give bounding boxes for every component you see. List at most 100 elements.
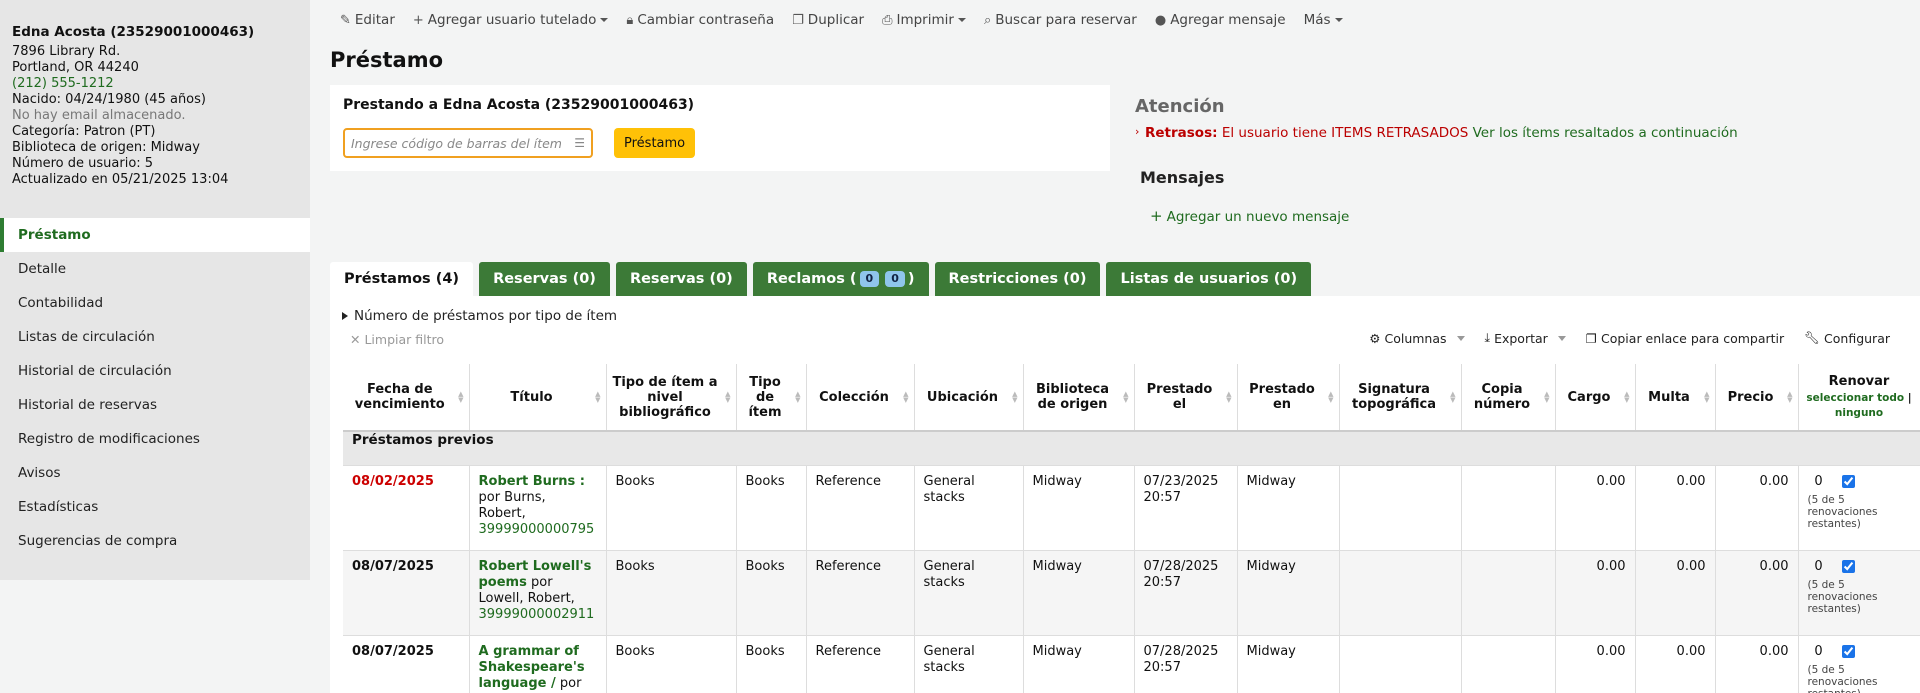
col-charge[interactable]: Cargo ▲ ▼ [1555, 364, 1636, 432]
collection: Reference [806, 465, 915, 551]
sliders-icon[interactable]: ☰ [574, 136, 585, 150]
patron-phone[interactable]: (212) 555-1212 [12, 76, 298, 92]
search-to-hold-button[interactable]: ⌕ Buscar para reservar [984, 12, 1137, 28]
change-password-button[interactable]: 🔒︎ Cambiar contraseña [626, 12, 774, 28]
add-guarantee-button[interactable]: + Agregar usuario tutelado [413, 12, 609, 28]
tab-holds-2[interactable]: Reservas (0) [615, 262, 747, 296]
patron-name: Edna Acosta (23529001000463) [12, 24, 255, 40]
fine: 0.00 [1635, 465, 1716, 551]
col-checked-out-on[interactable]: Prestado el ▲ ▼ [1134, 364, 1238, 432]
call-number [1339, 550, 1462, 636]
attention-heading: Atención [1135, 96, 1225, 117]
table-row: 08/02/2025 Robert Burns : por Burns, Rob… [343, 465, 1920, 551]
col-fine[interactable]: Multa ▲ ▼ [1635, 364, 1716, 432]
print-button[interactable]: ⎙ Imprimir [882, 12, 966, 28]
add-new-message-link[interactable]: + Agregar un nuevo mensaje [1150, 207, 1349, 225]
select-all-renew-link[interactable]: seleccionar todo [1806, 392, 1904, 404]
tab-patron-lists[interactable]: Listas de usuarios (0) [1106, 262, 1312, 296]
col-collection[interactable]: Colección ▲ ▼ [806, 364, 915, 432]
charge: 0.00 [1555, 635, 1636, 693]
renew-checkbox[interactable] [1841, 560, 1855, 573]
sidebar-item-modification-log[interactable]: Registro de modificaciones [0, 422, 310, 456]
sort-icon: ▲ ▼ [1704, 390, 1710, 404]
sort-icon: ▲ ▼ [1544, 390, 1550, 404]
item-type: Books [736, 465, 807, 551]
sidebar-item-details[interactable]: Detalle [0, 252, 310, 286]
export-button[interactable]: ⤓ Exportar [1485, 330, 1566, 346]
patron-info: Edna Acosta (23529001000463) 7896 Librar… [0, 0, 310, 218]
more-button[interactable]: Más [1304, 12, 1343, 28]
col-location[interactable]: Ubicación ▲ ▼ [914, 364, 1024, 432]
lock-icon: 🔒︎ [626, 12, 634, 28]
barcode-input[interactable] [351, 135, 561, 151]
col-copy-number[interactable]: Copia número ▲ ▼ [1461, 364, 1556, 432]
sidebar-item-routing-lists[interactable]: Listas de circulación [0, 320, 310, 354]
select-none-renew-link[interactable]: ninguno [1835, 407, 1883, 419]
tab-holds[interactable]: Reservas (0) [479, 262, 610, 296]
sidebar-item-checkout[interactable]: Préstamo [0, 218, 310, 252]
add-message-button[interactable]: ● Agregar mensaje [1155, 12, 1286, 28]
clear-filter-button[interactable]: ✕ Limpiar filtro [350, 332, 444, 347]
duplicate-button[interactable]: ❐ Duplicar [792, 12, 864, 28]
messages-heading: Mensajes [1140, 168, 1225, 187]
barcode-field[interactable]: ☰ [343, 128, 593, 158]
collection: Reference [806, 550, 915, 636]
col-due-date[interactable]: Fecha de vencimiento ▲ ▼ [343, 364, 470, 432]
col-title[interactable]: Título ▲ ▼ [469, 364, 607, 432]
plus-icon: + [412, 12, 424, 28]
tab-claims[interactable]: Reclamos ( 0 0 ) [752, 262, 929, 296]
sidebar-item-accounting[interactable]: Contabilidad [0, 286, 310, 320]
checked-out-on: 07/28/2025 20:57 [1134, 635, 1238, 693]
home-library: Midway [1023, 465, 1135, 551]
sidebar-item-notices[interactable]: Avisos [0, 456, 310, 490]
overdue-notice: Retrasos: El usuario tiene ITEMS RETRASA… [1135, 125, 1738, 141]
checkouts-panel: Número de préstamos por tipo de ítem ✕ L… [330, 296, 1920, 693]
sort-icon: ▲ ▼ [1624, 390, 1630, 404]
title-cell: Robert Burns : por Burns, Robert, 399990… [469, 465, 607, 551]
sidebar-item-statistics[interactable]: Estadísticas [0, 490, 310, 524]
patron-category: Categoría: Patron (PT) [12, 124, 156, 139]
title-cell: Robert Lowell's poems por Lowell, Robert… [469, 550, 607, 636]
renewals-remaining: (5 de 5 renovaciones restantes) [1807, 493, 1878, 530]
sidebar-item-circulation-history[interactable]: Historial de circulación [0, 354, 310, 388]
fine: 0.00 [1635, 550, 1716, 636]
wrench-icon: 🔧︎ [1804, 330, 1821, 345]
edit-button[interactable]: ✎ Editar [340, 12, 395, 28]
barcode-link[interactable]: 39999000000795 [479, 522, 595, 537]
patron-toolbar: ✎ Editar + Agregar usuario tutelado 🔒︎ Camb… [340, 8, 1361, 32]
barcode-link[interactable]: 39999000002911 [479, 607, 595, 622]
col-price[interactable]: Precio ▲ ▼ [1715, 364, 1799, 432]
col-checked-out-from[interactable]: Prestado en ▲ ▼ [1237, 364, 1340, 432]
renew-checkbox[interactable] [1841, 645, 1855, 658]
price: 0.00 [1715, 635, 1799, 693]
renew-cell: 0 (5 de 5 renovaciones restantes) [1798, 635, 1920, 693]
copy-icon: ❐ [1585, 330, 1597, 346]
col-item-type[interactable]: Tipo de ítem ▲ ▼ [736, 364, 807, 432]
sort-icon: ▲ ▼ [458, 390, 464, 404]
tab-restrictions[interactable]: Restricciones (0) [934, 262, 1101, 296]
checkout-label: Prestando a Edna Acosta (23529001000463) [343, 97, 695, 113]
item-type: Books [736, 550, 807, 636]
configure-button[interactable]: 🔧︎ Configurar [1804, 330, 1890, 346]
biblio-item-type: Books [606, 550, 737, 636]
collection: Reference [806, 635, 915, 693]
columns-button[interactable]: ⚙ Columnas [1369, 331, 1465, 346]
col-home-library[interactable]: Biblioteca de origen ▲ ▼ [1023, 364, 1135, 432]
renew-checkbox[interactable] [1841, 475, 1855, 488]
sort-icon: ▲ ▼ [795, 390, 801, 404]
loans-by-type-toggle[interactable]: Número de préstamos por tipo de ítem [342, 308, 617, 324]
sidebar-item-purchase-suggestions[interactable]: Sugerencias de compra [0, 524, 310, 558]
overdue-link[interactable]: Ver los ítems resaltados a continuación [1473, 125, 1738, 141]
fine: 0.00 [1635, 635, 1716, 693]
sidebar-item-holds-history[interactable]: Historial de reservas [0, 388, 310, 422]
title-link[interactable]: Robert Burns : [479, 474, 586, 489]
col-call-number[interactable]: Signatura topográfica ▲ ▼ [1339, 364, 1462, 432]
checkout-button[interactable]: Préstamo [614, 128, 696, 158]
circulation-tabs: Préstamos (4) Reservas (0) Reservas (0) … [330, 262, 1317, 296]
copy-link-button[interactable]: ❐ Copiar enlace para compartir [1586, 331, 1784, 346]
patron-email: No hay email almacenado. [12, 108, 186, 123]
tab-checkouts[interactable]: Préstamos (4) [330, 262, 474, 296]
copy-number [1461, 550, 1556, 636]
checked-out-on: 07/23/2025 20:57 [1134, 465, 1238, 551]
col-biblio-item-type[interactable]: Tipo de ítem a nivel bibliográfico ▲ ▼ [606, 364, 737, 432]
